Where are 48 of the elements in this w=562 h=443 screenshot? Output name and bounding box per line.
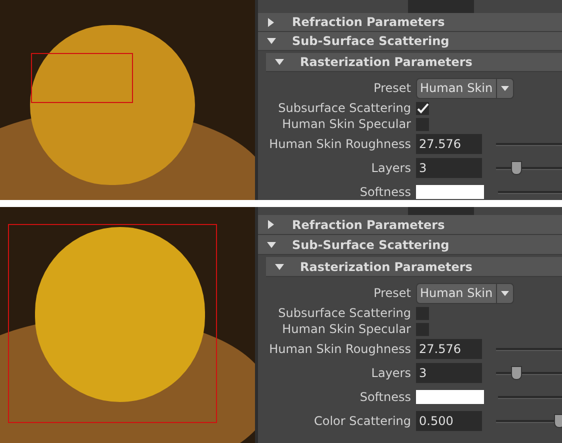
number-field[interactable]: 3 <box>416 158 482 178</box>
section-header[interactable]: Refraction Parameters <box>258 215 562 235</box>
dropdown-value: Human Skin <box>419 80 494 97</box>
attribute-label: Preset <box>372 80 412 97</box>
preset-dropdown[interactable]: Human Skin <box>416 78 514 98</box>
expanded-arrow-icon <box>274 264 284 270</box>
number-field[interactable] <box>408 0 474 13</box>
number-field[interactable]: 3 <box>416 363 482 383</box>
attribute-label: Subsurface Scattering <box>277 100 412 117</box>
attribute-label: Subsurface Scattering <box>277 305 412 322</box>
slider-thumb[interactable] <box>511 161 522 175</box>
attribute-label: Human Skin Roughness <box>268 136 412 153</box>
color-swatch[interactable] <box>416 185 484 199</box>
number-field[interactable]: 27.576 <box>416 339 482 359</box>
attribute-label: Softness <box>358 389 412 406</box>
expanded-arrow-icon <box>266 242 276 248</box>
checkbox[interactable] <box>416 306 429 320</box>
section-header[interactable]: Refraction Parameters <box>258 13 562 32</box>
attribute-label: Human Skin Specular <box>281 116 412 133</box>
section-header[interactable]: Rasterization Parameters <box>266 257 562 277</box>
section-header[interactable]: Sub-Surface Scattering <box>258 235 562 255</box>
checkbox[interactable] <box>416 102 429 114</box>
attribute-label: Preset <box>372 285 412 302</box>
checkmark-icon <box>416 102 428 114</box>
collapsed-arrow-icon <box>268 220 274 229</box>
section-header[interactable]: Rasterization Parameters <box>266 53 562 72</box>
attribute-label: Human Skin Specular <box>281 321 412 338</box>
preset-dropdown[interactable]: Human Skin <box>416 282 514 304</box>
number-field[interactable]: 27.576 <box>416 134 482 154</box>
attribute-label: Color Scattering <box>313 413 412 430</box>
caret-icon <box>500 290 509 296</box>
expanded-arrow-icon <box>274 59 284 65</box>
attribute-label: Softness <box>358 184 412 200</box>
caret-icon <box>500 86 509 90</box>
collapsed-arrow-icon <box>268 18 274 26</box>
checkbox[interactable] <box>416 322 429 336</box>
section-header[interactable]: Sub-Surface Scattering <box>258 32 562 51</box>
color-swatch[interactable] <box>416 390 484 404</box>
expanded-arrow-icon <box>266 38 276 44</box>
slider-thumb[interactable] <box>554 414 562 428</box>
slider-thumb[interactable] <box>511 366 522 380</box>
number-field[interactable] <box>408 207 474 215</box>
number-field[interactable]: 0.500 <box>416 411 482 431</box>
attribute-label: Layers <box>370 365 412 382</box>
checkbox[interactable] <box>416 118 429 130</box>
dropdown-value: Human Skin <box>419 285 494 302</box>
attribute-label: Human Skin Roughness <box>268 341 412 358</box>
attribute-label: Layers <box>370 160 412 177</box>
